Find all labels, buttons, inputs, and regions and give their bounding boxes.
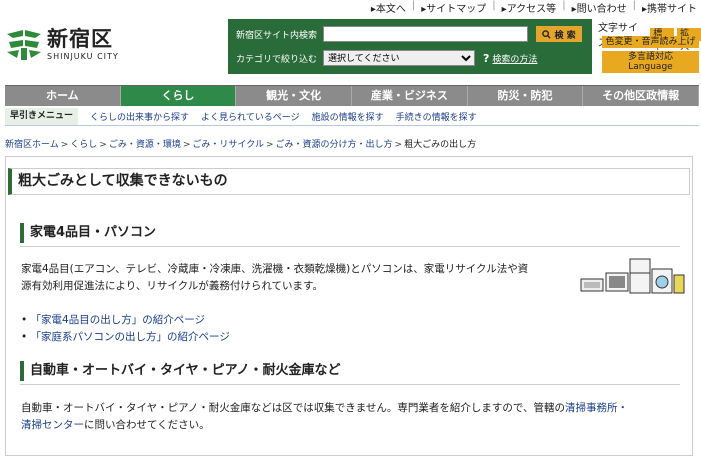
utility-link-skip[interactable]: ▸本文へ xyxy=(371,0,406,15)
nav-item-home[interactable]: ホーム xyxy=(5,86,121,106)
search-button[interactable]: 検 索 xyxy=(536,26,583,42)
utility-link-contact[interactable]: ▸問い合わせ xyxy=(572,0,627,15)
utility-bar: ▸本文へ | ▸サイトマップ | ▸アクセス等 | ▸問い合わせ | ▸携帯サイ… xyxy=(370,0,697,15)
search-help-link[interactable]: ? 検索の方法 xyxy=(483,52,537,65)
quick-menu: 早引きメニュー くらしの出来事から探す よく見られているページ 施設の情報を探す… xyxy=(5,108,699,126)
quick-menu-label: 早引きメニュー xyxy=(5,108,79,125)
appliances-illustration xyxy=(578,255,688,309)
search-input[interactable] xyxy=(323,26,529,42)
search-icon xyxy=(542,29,552,39)
utility-link-sitemap[interactable]: ▸サイトマップ xyxy=(421,0,486,15)
main-content: 粗大ごみとして収集できないもの 家電4品目・パソコン 家電4品目(エアコン、テレ… xyxy=(5,156,693,456)
quick-link-life-events[interactable]: くらしの出来事から探す xyxy=(90,110,189,123)
language-button[interactable]: 多言語対応 Language xyxy=(602,51,699,73)
category-select[interactable]: 選択してください xyxy=(323,50,476,66)
breadcrumb-link-sorting[interactable]: ごみ・資源の分け方・出し方 xyxy=(276,140,393,150)
section-heading-appliances: 家電4品目・パソコン xyxy=(20,223,156,243)
category-label: カテゴリで絞り込む xyxy=(236,54,318,65)
search-label: 新宿区サイト内検索 xyxy=(236,30,318,41)
nav-item-living[interactable]: くらし xyxy=(120,86,237,106)
section-appliances-text: 家電4品目(エアコン、テレビ、冷蔵庫・冷凍庫、洗濯機・衣類乾燥機)とパソコンは、… xyxy=(21,263,529,292)
breadcrumb-link-garbage-env[interactable]: ごみ・資源・環境 xyxy=(109,140,181,150)
breadcrumb: 新宿区ホーム > くらし > ごみ・資源・環境 > ごみ・リサイクル > ごみ・資源の分け方・出… xyxy=(5,140,477,150)
utility-link-access[interactable]: ▸アクセス等 xyxy=(502,0,557,15)
link-cleaning-office[interactable]: 清掃事務所・ xyxy=(565,402,628,414)
nav-item-safety[interactable]: 防災・防犯 xyxy=(468,86,584,106)
link-pc-disposal[interactable]: 「家庭系パソコンの出し方」の紹介ページ xyxy=(31,331,230,343)
utility-link-mobile[interactable]: ▸携帯サイト xyxy=(642,0,697,15)
shinjuku-emblem-icon xyxy=(7,30,41,60)
quick-link-facilities[interactable]: 施設の情報を探す xyxy=(312,110,384,123)
home-appliances-icon xyxy=(580,258,685,294)
quick-link-procedures[interactable]: 手続きの情報を探す xyxy=(396,110,477,123)
section-heading-vehicles: 自動車・オートバイ・タイヤ・ピアノ・耐火金庫など xyxy=(20,361,340,381)
section-vehicles-text: 自動車・オートバイ・タイヤ・ピアノ・耐火金庫などは区では収集できません。専門業者… xyxy=(21,402,629,431)
logo-subtitle: SHINJUKU CITY xyxy=(47,51,119,61)
nav-item-other[interactable]: その他区政情報 xyxy=(583,86,700,106)
link-cleaning-center[interactable]: 清掃センター xyxy=(21,419,84,431)
color-voice-button[interactable]: 色変更・音声読み上げ xyxy=(602,36,699,48)
breadcrumb-link-living[interactable]: くらし xyxy=(70,140,97,150)
help-icon: ? xyxy=(483,51,490,65)
breadcrumb-current: 粗大ごみの出し方 xyxy=(404,140,477,150)
breadcrumb-link-home[interactable]: 新宿区ホーム xyxy=(5,140,59,150)
appliances-links: 「家電4品目の出し方」の紹介ページ 「家庭系パソコンの出し方」の紹介ページ xyxy=(21,312,230,346)
quick-link-popular[interactable]: よく見られているページ xyxy=(201,110,300,123)
logo-title: 新宿区 xyxy=(47,26,113,51)
site-logo[interactable]: 新宿区 SHINJUKU CITY xyxy=(5,26,119,62)
nav-item-tourism[interactable]: 観光・文化 xyxy=(236,86,353,106)
site-search-panel: 新宿区サイト内検索 検 索 カテゴリで絞り込む 選択してください ? 検索の方法 xyxy=(228,19,592,74)
link-appliance-disposal[interactable]: 「家電4品目の出し方」の紹介ページ xyxy=(31,314,205,326)
page-title: 粗大ごみとして収集できないもの xyxy=(8,168,690,195)
breadcrumb-link-recycle[interactable]: ごみ・リサイクル xyxy=(192,140,264,150)
nav-item-business[interactable]: 産業・ビジネス xyxy=(352,86,468,106)
global-nav: ホーム くらし 観光・文化 産業・ビジネス 防災・防犯 その他区政情報 xyxy=(5,85,700,106)
